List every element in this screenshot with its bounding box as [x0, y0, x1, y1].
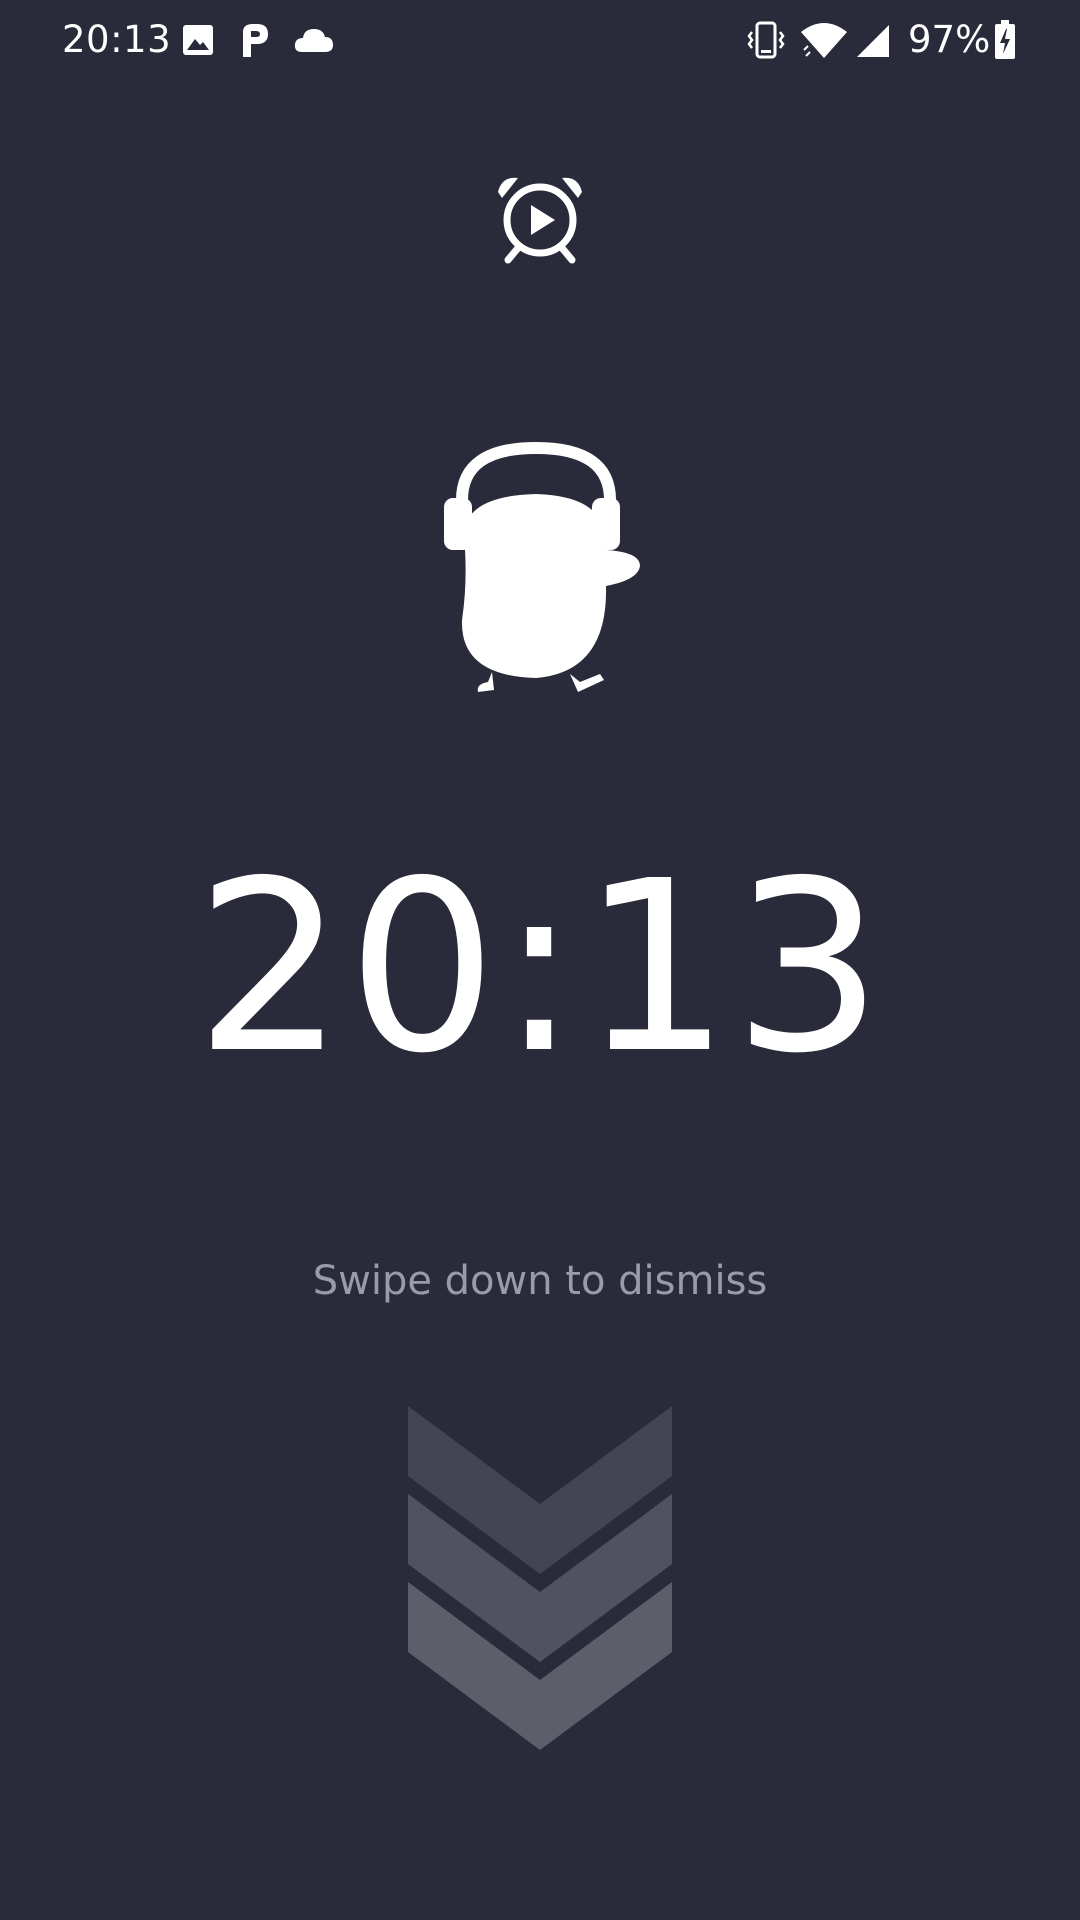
parking-icon: [243, 24, 268, 57]
cell-signal-icon: [857, 25, 889, 57]
image-icon: [183, 25, 213, 55]
alarm-clock-play-icon: [498, 177, 582, 264]
cloud-icon: [294, 29, 333, 52]
dismiss-hint: Swipe down to dismiss: [312, 1258, 768, 1304]
triple-chevron-down-icon[interactable]: [408, 1406, 672, 1752]
battery-percent: 97%: [908, 18, 991, 61]
alarm-screen: 20:13 97% 20:13 Swipe down to dismiss: [0, 0, 1080, 1920]
alarm-time: 20:13: [194, 830, 886, 1105]
vibrate-icon: [747, 21, 785, 59]
headphone-bird-mascot: [444, 441, 640, 692]
battery-charging-icon: [995, 20, 1015, 59]
status-bar: 20:13 97%: [0, 0, 1080, 82]
status-time: 20:13: [62, 18, 172, 61]
wifi-icon: [801, 23, 847, 58]
